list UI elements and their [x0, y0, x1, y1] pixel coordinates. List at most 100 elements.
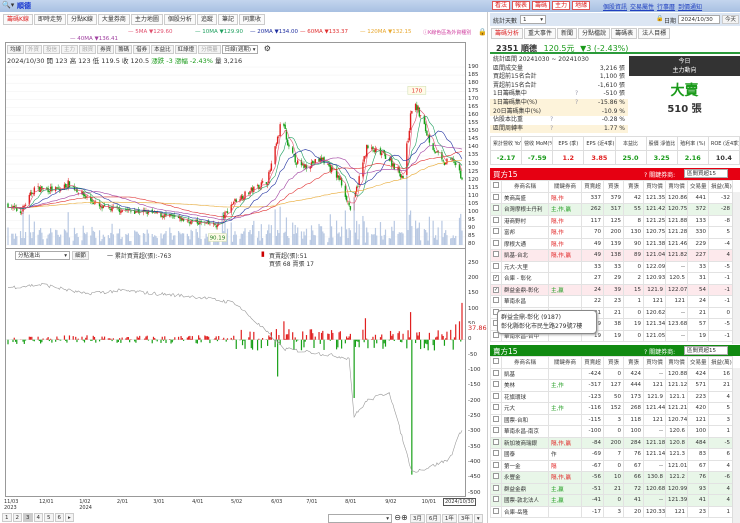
table-row[interactable]: 群益金鼎 主,贏 -51 21 72 120.68 120.99 93 4 — [490, 482, 733, 495]
column-header[interactable]: 買張 — [603, 356, 624, 369]
table-row[interactable]: 國票-敦北法人 主,贏 -41 0 41 -- 121.39 41 4 — [490, 494, 733, 507]
table-row[interactable]: 永豐金 隔,作,贏 -56 10 66 130.8 121.2 76 -6 — [490, 471, 733, 484]
sell-table-wrap[interactable]: 券商名稱 關鍵券商 買賣超 買張 賣張 買均價 賣均價 交易量 損益(萬) 凱基 -424 0 424-… — [490, 356, 740, 523]
detail-button[interactable]: 細節 — [72, 251, 90, 260]
row-checkbox[interactable] — [490, 425, 502, 438]
row-checkbox[interactable] — [490, 482, 502, 495]
broker-name[interactable]: 合庫-岳隆 — [501, 505, 549, 518]
row-checkbox[interactable] — [490, 505, 502, 518]
range-1y[interactable]: 1年 — [441, 514, 457, 523]
help-icon[interactable]: ? — [575, 99, 578, 108]
row-checkbox[interactable] — [490, 191, 502, 204]
page-button[interactable]: 2 — [12, 513, 22, 522]
panel-splitter[interactable] — [487, 12, 488, 523]
row-checkbox[interactable] — [490, 390, 502, 403]
row-checkbox[interactable] — [490, 379, 502, 392]
price-chart[interactable]: 170 90.19 — [0, 0, 485, 523]
help-icon[interactable]: ? — [550, 116, 553, 125]
zoom-out-icon[interactable]: ⊖ — [394, 513, 401, 522]
broker-name[interactable]: 第一金 — [501, 459, 549, 472]
page-button[interactable]: 5 — [44, 513, 54, 522]
broker-name[interactable]: 群益金鼎-彰化 — [501, 283, 549, 296]
row-checkbox[interactable]: ✓ — [490, 272, 502, 285]
broker-name[interactable]: 台灣摩根士丹利 — [501, 203, 549, 216]
broker-name[interactable]: 國票-敦北法人 — [501, 494, 549, 507]
column-header[interactable]: 賣張 — [623, 356, 644, 369]
column-header[interactable]: 買均價 — [643, 356, 666, 369]
help-icon[interactable]: ? — [550, 125, 553, 134]
row-checkbox[interactable] — [490, 226, 502, 239]
page-button[interactable]: 4 — [33, 513, 43, 522]
report-button[interactable]: 報表 — [512, 1, 531, 10]
select-all-checkbox[interactable] — [490, 180, 502, 193]
right-tab[interactable]: 法人目標 — [638, 28, 671, 39]
table-row[interactable]: 花旗環球 -123 50 173 121.9 121.1 223 4 — [490, 390, 733, 403]
broker-name[interactable]: 美林 — [501, 379, 549, 392]
broker-name[interactable]: 國泰 — [501, 448, 549, 461]
row-checkbox[interactable] — [490, 402, 502, 415]
broker-name[interactable]: 群益金鼎 — [501, 482, 549, 495]
broker-name[interactable]: 華南永昌 — [501, 295, 549, 308]
range-3m[interactable]: 3月 — [409, 514, 425, 523]
page-button[interactable]: 3 — [23, 513, 33, 522]
column-header[interactable]: 損益(萬) — [708, 356, 733, 369]
main-force-button[interactable]: 主力 — [552, 1, 571, 10]
today-button[interactable]: 今天 — [722, 15, 739, 24]
broker-name[interactable]: 凱基-台北 — [501, 249, 549, 262]
price-alert-link[interactable]: 到價通知 — [678, 4, 702, 11]
column-header[interactable]: 買均價 — [643, 180, 666, 193]
table-row[interactable]: 凱基-台北 隔,作,贏 49 138 89 121.04 121.82 227 4 — [490, 249, 733, 262]
row-checkbox[interactable] — [490, 459, 502, 472]
right-tab[interactable]: 籌碼分析 — [491, 28, 524, 39]
broker-name[interactable]: 永豐金 — [501, 471, 549, 484]
table-row[interactable]: 元大 主,作 -116 152 268 121.44 121.21 420 5 — [490, 402, 733, 415]
table-row[interactable]: 富邦 隔,作 70 200 130 120.75 121.28 330 5 — [490, 226, 733, 239]
column-header[interactable]: 賣均價 — [665, 356, 688, 369]
broker-name[interactable]: 富邦 — [501, 226, 549, 239]
row-checkbox[interactable] — [490, 494, 502, 507]
broker-name[interactable]: 摩根大通 — [501, 237, 549, 250]
help-icon[interactable]: ? — [575, 90, 578, 99]
trade-attr-link[interactable]: 交易屬性 — [630, 4, 654, 11]
table-row[interactable]: 美商高盛 隔,作 337 379 42 121.35 120.86 441 -32 — [490, 191, 733, 204]
page-button[interactable]: 6 — [54, 513, 64, 522]
table-row[interactable]: 合庫-岳隆 -17 3 20 120.33 121 23 1 — [490, 505, 733, 518]
range-select[interactable]: ▾ — [328, 514, 392, 523]
column-header[interactable]: 買張 — [603, 180, 624, 193]
column-header[interactable]: 關鍵券商 — [548, 180, 582, 193]
row-checkbox[interactable] — [490, 413, 502, 426]
table-row[interactable]: 國泰作 -69 7 76 121.14 121.3 83 6 — [490, 448, 733, 461]
column-header[interactable]: 損益(萬) — [708, 180, 733, 193]
branch-select[interactable]: 分點進出 ▾ — [15, 251, 70, 260]
row-checkbox[interactable] — [490, 214, 502, 227]
table-row[interactable]: 元大-大里 33 33 0 122.09 -- 33 -5 — [490, 260, 733, 273]
stock-info-link[interactable]: 個股資訊 — [603, 4, 627, 11]
row-checkbox[interactable] — [490, 295, 502, 308]
column-header[interactable]: 交易量 — [687, 180, 709, 193]
table-row[interactable]: 新加坡商瑞銀 隔,作,贏 -84 200 284 121.18 120.8 484 -5 — [490, 436, 733, 449]
select-all-checkbox[interactable] — [490, 356, 502, 369]
broker-name[interactable]: 國票-台和 — [501, 413, 549, 426]
table-row[interactable]: 摩根大通 隔,作 49 139 90 121.38 121.46 229 -4 — [490, 237, 733, 250]
table-row[interactable]: ✓ 群益金鼎-彰化 主,贏 24 39 15 121.9 122.07 54 -1 — [490, 283, 733, 296]
table-row[interactable]: ✓ 合庫 - 彰化 27 29 2 120.93 120.5 31 -1 — [490, 272, 733, 285]
range-3y[interactable]: 3年 — [457, 514, 473, 523]
view-button[interactable]: 看法 — [492, 1, 511, 10]
table-row[interactable]: 華南永昌-南京 -100 0 100 -- 120.6 100 1 — [490, 425, 733, 438]
sell-filter-select[interactable]: 區間買超15 — [684, 346, 728, 355]
broker-name[interactable]: 華南永昌-南京 — [501, 425, 549, 438]
broker-name[interactable]: 港商野村 — [501, 214, 549, 227]
zoom-in-icon[interactable]: ⊕ — [401, 513, 408, 522]
buy-scrollbar[interactable] — [732, 192, 740, 344]
right-tab[interactable]: 新聞 — [557, 28, 578, 39]
right-tab[interactable]: 籌碼表 — [611, 28, 638, 39]
table-row[interactable]: 港商野村 隔,作 117 125 8 121.25 121.88 133 -8 — [490, 214, 733, 227]
right-tab[interactable]: 重大事件 — [524, 28, 557, 39]
range-dropdown[interactable]: ▾ — [473, 514, 483, 523]
row-checkbox[interactable] — [490, 203, 502, 216]
broker-name[interactable]: 元大-大里 — [501, 260, 549, 273]
page-next-button[interactable]: ▸ — [65, 513, 74, 522]
calendar-link[interactable]: 行事曆 — [657, 4, 675, 11]
row-checkbox[interactable] — [490, 237, 502, 250]
row-checkbox[interactable] — [490, 260, 502, 273]
